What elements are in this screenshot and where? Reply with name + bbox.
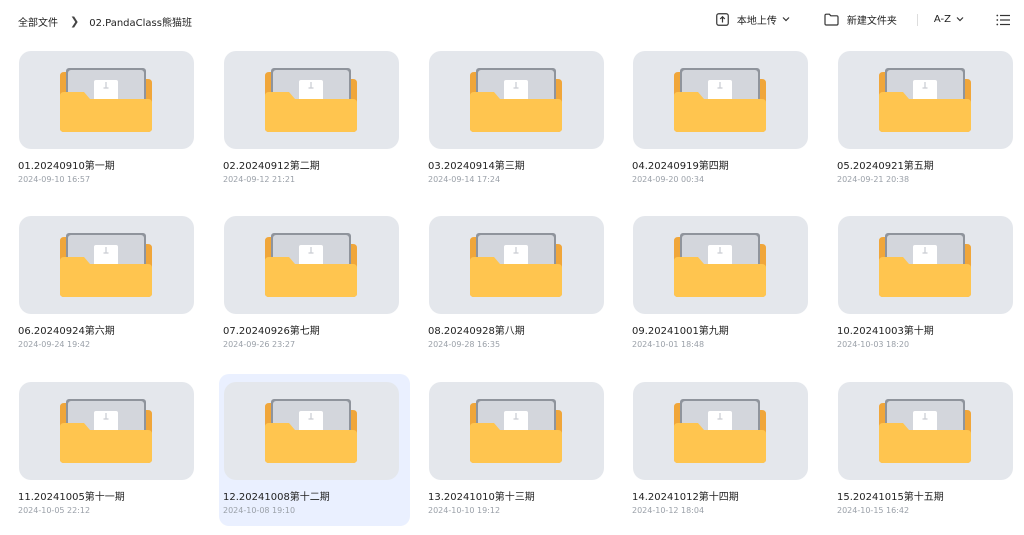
folder-item[interactable]: 15.20241015第十五期 2024-10-15 16:42 — [833, 374, 1024, 526]
folder-icon — [879, 68, 971, 132]
folder-thumbnail — [838, 51, 1013, 149]
sort-label: A-Z — [933, 14, 951, 25]
folder-item[interactable]: 02.20240912第二期 2024-09-12 21:21 — [219, 43, 410, 195]
folder-icon — [470, 399, 562, 463]
folder-name: 12.20241008第十二期 — [223, 492, 330, 503]
sort-button[interactable]: A-Z — [934, 14, 972, 25]
folder-thumbnail — [19, 382, 194, 480]
folder-item[interactable]: 09.20241001第九期 2024-10-01 18:48 — [628, 208, 819, 360]
upload-icon — [716, 13, 729, 26]
folder-thumbnail — [838, 216, 1013, 314]
folder-date: 2024-09-10 16:57 — [18, 175, 91, 184]
folder-name: 13.20241010第十三期 — [428, 492, 535, 503]
folder-name: 14.20241012第十四期 — [632, 492, 739, 503]
upload-button[interactable]: 本地上传 — [716, 12, 798, 27]
folder-icon — [60, 399, 152, 463]
folder-thumbnail — [429, 382, 604, 480]
folder-date: 2024-10-01 18:48 — [632, 340, 705, 349]
folder-name: 03.20240914第三期 — [428, 161, 525, 172]
folder-item[interactable]: 06.20240924第六期 2024-09-24 19:42 — [14, 208, 205, 360]
folder-item[interactable]: 07.20240926第七期 2024-09-26 23:27 — [219, 208, 410, 360]
folder-item[interactable]: 11.20241005第十一期 2024-10-05 22:12 — [14, 374, 205, 526]
folder-name: 06.20240924第六期 — [18, 326, 115, 337]
folder-date: 2024-09-26 23:27 — [223, 340, 296, 349]
breadcrumb: 全部文件 ❯ 02.PandaClass熊猫班 — [18, 14, 192, 29]
list-view-icon — [996, 14, 1010, 25]
folder-date: 2024-10-12 18:04 — [632, 506, 705, 515]
folder-date: 2024-10-15 16:42 — [837, 506, 910, 515]
folder-name: 15.20241015第十五期 — [837, 492, 944, 503]
folder-icon — [265, 399, 357, 463]
folder-icon — [674, 68, 766, 132]
folder-item[interactable]: 04.20240919第四期 2024-09-20 00:34 — [628, 43, 819, 195]
folder-icon — [879, 399, 971, 463]
folder-item[interactable]: 01.20240910第一期 2024-09-10 16:57 — [14, 43, 205, 195]
folder-thumbnail — [633, 51, 808, 149]
folder-thumbnail — [224, 382, 399, 480]
new-folder-label: 新建文件夹 — [846, 16, 897, 27]
folder-icon — [470, 68, 562, 132]
new-folder-button[interactable]: 新建文件夹 — [824, 12, 897, 27]
folder-thumbnail — [224, 51, 399, 149]
folder-name: 01.20240910第一期 — [18, 161, 115, 172]
folder-item[interactable]: 13.20241010第十三期 2024-10-10 19:12 — [424, 374, 615, 526]
folder-date: 2024-09-21 20:38 — [837, 175, 910, 184]
folder-icon — [824, 13, 839, 26]
folder-name: 04.20240919第四期 — [632, 161, 729, 172]
folder-thumbnail — [429, 51, 604, 149]
folder-icon — [60, 233, 152, 297]
chevron-down-icon — [782, 14, 798, 25]
folder-item[interactable]: 12.20241008第十二期 2024-10-08 19:10 — [219, 374, 410, 526]
folder-icon — [60, 68, 152, 132]
chevron-down-icon — [956, 14, 972, 25]
folder-date: 2024-09-12 21:21 — [223, 175, 296, 184]
breadcrumb-current: 02.PandaClass熊猫班 — [89, 18, 192, 29]
folder-name: 11.20241005第十一期 — [18, 492, 125, 503]
folder-icon — [265, 233, 357, 297]
folder-name: 09.20241001第九期 — [632, 326, 729, 337]
folder-icon — [879, 233, 971, 297]
folder-name: 10.20241003第十期 — [837, 326, 934, 337]
toolbar-divider — [916, 13, 918, 26]
folder-thumbnail — [19, 51, 194, 149]
folder-name: 08.20240928第八期 — [428, 326, 525, 337]
toolbar-actions: 本地上传 新建文件夹 A-Z — [716, 12, 1010, 27]
folder-thumbnail — [838, 382, 1013, 480]
folder-date: 2024-09-20 00:34 — [632, 175, 705, 184]
folder-name: 02.20240912第二期 — [223, 161, 320, 172]
folder-thumbnail — [224, 216, 399, 314]
folder-thumbnail — [19, 216, 194, 314]
breadcrumb-root[interactable]: 全部文件 — [18, 14, 58, 29]
folder-name: 05.20240921第五期 — [837, 161, 934, 172]
folder-icon — [674, 233, 766, 297]
folder-thumbnail — [429, 216, 604, 314]
list-view-button[interactable] — [996, 14, 1010, 26]
folder-date: 2024-09-24 19:42 — [18, 340, 91, 349]
folder-date: 2024-10-08 19:10 — [223, 506, 296, 515]
folder-date: 2024-09-14 17:24 — [428, 175, 501, 184]
folder-date: 2024-09-28 16:35 — [428, 340, 501, 349]
folder-item[interactable]: 08.20240928第八期 2024-09-28 16:35 — [424, 208, 615, 360]
folder-date: 2024-10-10 19:12 — [428, 506, 501, 515]
folder-icon — [265, 68, 357, 132]
folder-thumbnail — [633, 216, 808, 314]
folder-icon — [470, 233, 562, 297]
folder-name: 07.20240926第七期 — [223, 326, 320, 337]
folder-date: 2024-10-05 22:12 — [18, 506, 91, 515]
toolbar: 全部文件 ❯ 02.PandaClass熊猫班 本地上传 新建文件夹 A-Z — [0, 0, 1024, 44]
upload-label: 本地上传 — [736, 16, 777, 27]
folder-thumbnail — [633, 382, 808, 480]
folder-date: 2024-10-03 18:20 — [837, 340, 910, 349]
folder-item[interactable]: 05.20240921第五期 2024-09-21 20:38 — [833, 43, 1024, 195]
folder-item[interactable]: 10.20241003第十期 2024-10-03 18:20 — [833, 208, 1024, 360]
folder-icon — [674, 399, 766, 463]
chevron-right-icon: ❯ — [70, 15, 80, 28]
folder-item[interactable]: 03.20240914第三期 2024-09-14 17:24 — [424, 43, 615, 195]
folder-item[interactable]: 14.20241012第十四期 2024-10-12 18:04 — [628, 374, 819, 526]
